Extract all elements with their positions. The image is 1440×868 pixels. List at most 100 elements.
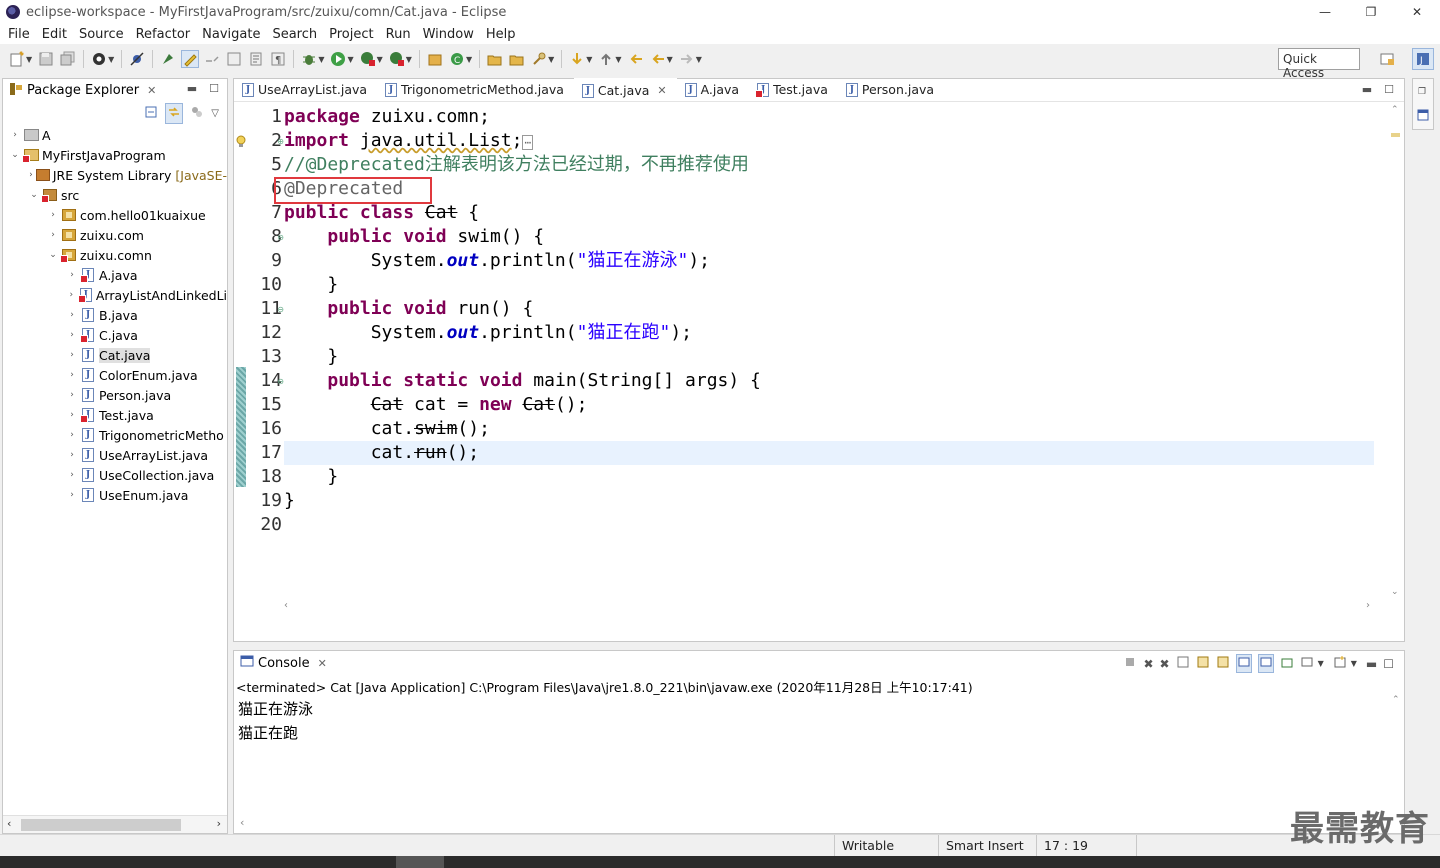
restore-minimized-stack[interactable]: ❐ bbox=[1412, 78, 1434, 130]
scroll-up-icon[interactable]: ⌃ bbox=[1392, 695, 1400, 705]
search-icon[interactable] bbox=[530, 50, 548, 68]
editor-tab[interactable]: J Cat.java ✕ bbox=[573, 78, 677, 101]
tree-item[interactable]: › J Test.java bbox=[3, 405, 227, 425]
tree-item[interactable]: › J Person.java bbox=[3, 385, 227, 405]
new-java-project-icon[interactable] bbox=[426, 50, 444, 68]
editor-tab[interactable]: J TrigonometricMethod.java bbox=[377, 78, 574, 101]
menu-edit[interactable]: Edit bbox=[36, 27, 73, 42]
tree-item[interactable]: › J A.java bbox=[3, 265, 227, 285]
maximize-view-icon[interactable]: ☐ bbox=[209, 82, 219, 95]
scroll-left-icon[interactable]: ‹ bbox=[284, 600, 288, 611]
minimize-button[interactable]: — bbox=[1302, 0, 1348, 24]
console-output[interactable]: 猫正在游泳 猫正在跑 bbox=[238, 697, 313, 745]
console-vertical-scrollbar[interactable]: ⌃ bbox=[1388, 695, 1404, 815]
tree-item[interactable]: ⌄ MyFirstJavaProgram bbox=[3, 145, 227, 165]
scroll-left-icon[interactable]: ‹ bbox=[7, 817, 11, 830]
collapsed-arrow-icon[interactable]: › bbox=[66, 350, 78, 360]
scrollbar-thumb[interactable] bbox=[21, 819, 181, 831]
dropdown-icon[interactable]: ▼ bbox=[318, 55, 324, 64]
next-annotation-icon[interactable] bbox=[568, 50, 586, 68]
fold-toggle-icon[interactable]: ⊕ bbox=[277, 137, 284, 146]
tree-item[interactable]: › J ArrayListAndLinkedLi bbox=[3, 285, 227, 305]
minimize-view-icon[interactable]: ▬ bbox=[187, 82, 197, 95]
dropdown-icon[interactable]: ▼ bbox=[586, 55, 592, 64]
dropdown-icon[interactable]: ▼ bbox=[615, 55, 621, 64]
collapsed-arrow-icon[interactable]: › bbox=[66, 330, 78, 340]
editor-tab[interactable]: J Person.java bbox=[838, 78, 944, 101]
scroll-lock-icon[interactable] bbox=[1196, 655, 1210, 672]
menu-search[interactable]: Search bbox=[266, 27, 323, 42]
collapsed-arrow-icon[interactable]: › bbox=[66, 410, 78, 420]
open-type-icon[interactable] bbox=[159, 50, 177, 68]
scroll-up-icon[interactable]: ⌃ bbox=[1391, 105, 1399, 115]
last-edit-location-icon[interactable] bbox=[627, 50, 645, 68]
open-folder-icon[interactable] bbox=[486, 50, 504, 68]
maximize-view-icon[interactable]: ☐ bbox=[1383, 657, 1394, 671]
forward-icon[interactable] bbox=[678, 50, 696, 68]
tree-item[interactable]: › A bbox=[3, 125, 227, 145]
remove-launch-icon[interactable]: ✖ bbox=[1143, 657, 1153, 671]
insert-mode-status[interactable]: Smart Insert bbox=[946, 838, 1024, 853]
collapse-all-icon[interactable] bbox=[143, 104, 159, 123]
menu-refactor[interactable]: Refactor bbox=[130, 27, 197, 42]
editor-horizontal-scrollbar[interactable]: ‹ › bbox=[282, 597, 1372, 611]
minimize-editor-icon[interactable]: ▬ bbox=[1362, 83, 1372, 96]
close-view-icon[interactable]: ✕ bbox=[147, 84, 156, 97]
toggle-mark-occurrences-icon[interactable] bbox=[181, 50, 200, 68]
pin-console-icon[interactable] bbox=[1280, 655, 1294, 672]
fold-toggle-icon[interactable]: ⊖ bbox=[277, 377, 284, 386]
dropdown-icon[interactable]: ▼ bbox=[108, 55, 114, 64]
collapsed-arrow-icon[interactable]: › bbox=[66, 370, 78, 380]
dropdown-icon[interactable]: ▼ bbox=[406, 55, 412, 64]
tree-item[interactable]: › J UseEnum.java bbox=[3, 485, 227, 505]
show-whitespace-icon[interactable] bbox=[203, 50, 221, 68]
run-dropdown-icon[interactable]: ▼ bbox=[347, 55, 353, 64]
scroll-right-icon[interactable]: › bbox=[217, 817, 221, 830]
close-view-icon[interactable]: ✕ bbox=[318, 657, 327, 670]
view-menu-icon[interactable]: ▽ bbox=[211, 108, 219, 119]
scroll-right-icon[interactable]: › bbox=[1366, 600, 1370, 611]
focus-on-active-task-icon[interactable] bbox=[189, 104, 205, 123]
clear-console-icon[interactable] bbox=[1176, 655, 1190, 672]
block-selection-icon[interactable] bbox=[225, 50, 243, 68]
open-console-icon[interactable] bbox=[1333, 655, 1347, 672]
debug-perspective-icon[interactable] bbox=[90, 50, 108, 68]
word-wrap-icon[interactable] bbox=[247, 50, 265, 68]
menu-navigate[interactable]: Navigate bbox=[196, 27, 266, 42]
scroll-left-icon[interactable]: ‹ bbox=[240, 816, 244, 829]
save-all-icon[interactable] bbox=[59, 50, 77, 68]
back-icon[interactable] bbox=[649, 50, 667, 68]
tree-item[interactable]: › J B.java bbox=[3, 305, 227, 325]
collapsed-arrow-icon[interactable]: › bbox=[9, 130, 21, 140]
dropdown-icon[interactable]: ▼ bbox=[1318, 659, 1324, 668]
collapsed-arrow-icon[interactable]: › bbox=[66, 430, 78, 440]
show-whitespace-chars-icon[interactable]: ¶ bbox=[269, 50, 287, 68]
editor-tab[interactable]: J A.java bbox=[677, 78, 750, 101]
console-horizontal-scrollbar[interactable]: ‹ bbox=[234, 815, 1404, 833]
folded-imports-marker[interactable]: ⋯ bbox=[522, 135, 534, 150]
new-java-class-icon[interactable]: C bbox=[448, 50, 466, 68]
menu-run[interactable]: Run bbox=[380, 27, 417, 42]
restore-button[interactable]: ❐ bbox=[1348, 0, 1394, 24]
tree-item[interactable]: › J TrigonometricMetho bbox=[3, 425, 227, 445]
minimize-view-icon[interactable]: ▬ bbox=[1366, 657, 1377, 671]
warning-lightbulb-icon[interactable] bbox=[235, 135, 247, 152]
tree-item[interactable]: › JRE System Library [JavaSE- bbox=[3, 165, 227, 185]
cursor-position-status[interactable]: 17 : 19 bbox=[1044, 838, 1088, 853]
tree-item[interactable]: › J UseCollection.java bbox=[3, 465, 227, 485]
menu-window[interactable]: Window bbox=[417, 27, 480, 42]
collapsed-arrow-icon[interactable]: › bbox=[47, 210, 59, 220]
new-icon[interactable] bbox=[8, 50, 26, 68]
quick-access-input[interactable]: Quick Access bbox=[1278, 48, 1360, 80]
code-editor[interactable]: 1 2 ⊕ 5 6 7 8 ⊖ 9 10 11 ⊖ 12 13 14 ⊖ 15 16 17 18 19 20 packag… bbox=[234, 103, 1388, 613]
unused-import[interactable]: java.util.List bbox=[360, 130, 512, 151]
terminate-icon[interactable] bbox=[1123, 655, 1137, 672]
skip-breakpoints-icon[interactable] bbox=[128, 50, 146, 68]
tree-item[interactable]: › zuixu.com bbox=[3, 225, 227, 245]
tree-item[interactable]: › com.hello01kuaixue bbox=[3, 205, 227, 225]
tree-item[interactable]: › J C.java bbox=[3, 325, 227, 345]
collapsed-arrow-icon[interactable]: › bbox=[28, 170, 34, 180]
collapsed-arrow-icon[interactable]: › bbox=[66, 470, 78, 480]
dropdown-icon[interactable]: ▼ bbox=[466, 55, 472, 64]
save-icon[interactable] bbox=[37, 50, 55, 68]
